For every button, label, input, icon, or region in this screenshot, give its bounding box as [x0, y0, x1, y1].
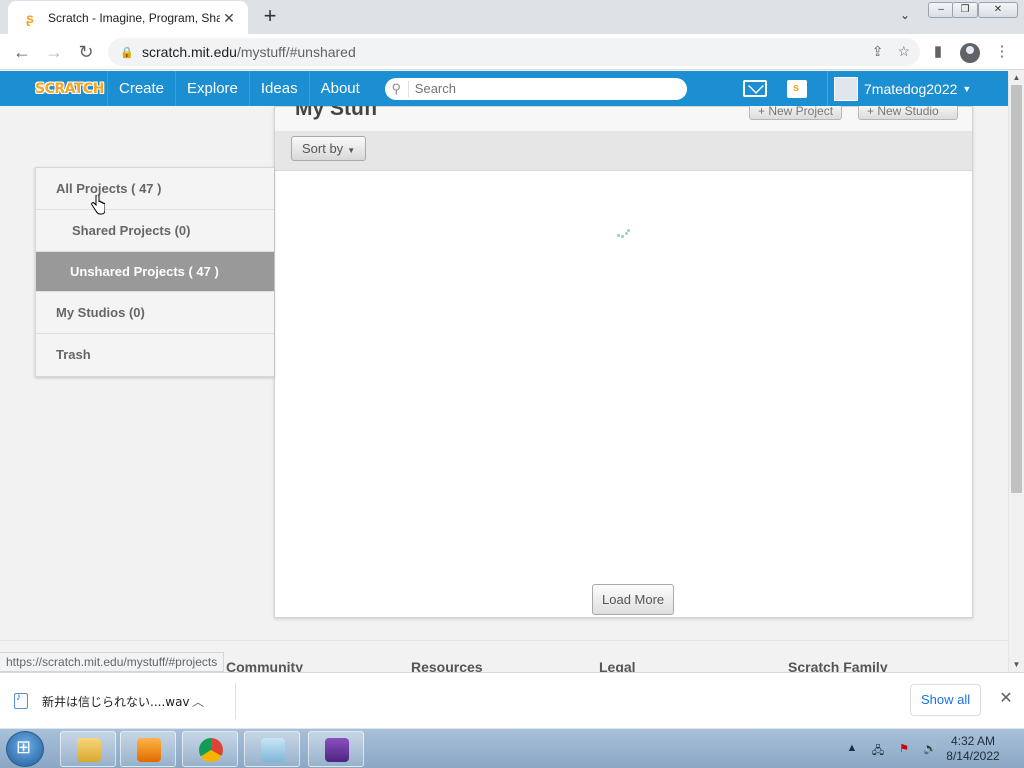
user-account-menu[interactable]: 7matedog2022 ▼: [827, 71, 971, 106]
search-icon: ⚲: [385, 80, 409, 97]
sidebar-item-unshared-projects[interactable]: Unshared Projects ( 47 ): [36, 252, 274, 292]
restore-window-button[interactable]: ❐: [952, 2, 978, 18]
tab-search-chevron-icon[interactable]: ⌄: [896, 8, 914, 26]
nav-ideas-link[interactable]: Ideas: [248, 71, 309, 106]
show-all-downloads-button[interactable]: Show all: [910, 684, 982, 716]
close-window-button[interactable]: ✕: [978, 2, 1018, 18]
scratch-search-input[interactable]: [414, 81, 675, 96]
page-title: My Stuff: [295, 106, 378, 120]
browser-toolbar: ← → ↻ 🔒 scratch.mit.edu /mystuff/#unshar…: [0, 34, 1024, 70]
chrome-icon: [199, 738, 223, 762]
load-more-button[interactable]: Load More: [592, 584, 675, 615]
network-icon[interactable]: 🖧: [870, 742, 886, 757]
footer-legal-heading: Legal: [599, 659, 636, 672]
scrollbar-thumb[interactable]: [1011, 85, 1022, 493]
show-hidden-icons-arrow-icon[interactable]: ▲: [844, 742, 860, 756]
windows-start-button[interactable]: [6, 731, 44, 767]
footer-community-heading: Community: [226, 659, 303, 672]
user-avatar: [834, 76, 858, 101]
page-scrollbar[interactable]: ▲ ▼: [1008, 71, 1024, 672]
sort-bar: Sort by ▼: [275, 131, 972, 171]
footer-resources-heading: Resources: [411, 659, 483, 672]
taskbar-media-player[interactable]: [120, 731, 176, 767]
share-icon[interactable]: ⇪: [872, 43, 884, 60]
taskbar-chrome[interactable]: [182, 731, 238, 767]
sidebar-item-all-projects[interactable]: All Projects ( 47 ): [36, 168, 274, 210]
taskbar-clock[interactable]: 4:32 AM 8/14/2022: [936, 734, 1010, 764]
help-book-icon: [325, 738, 349, 762]
my-stuff-sidebar: All Projects ( 47 ) Shared Projects (0) …: [35, 167, 274, 377]
nav-explore-link[interactable]: Explore: [175, 71, 249, 106]
clock-date: 8/14/2022: [946, 749, 1000, 763]
browser-tab-strip: ʂ Scratch - Imagine, Program, Sha ✕ + ⌄ …: [0, 0, 1024, 34]
action-center-flag-icon[interactable]: ⚑: [896, 742, 912, 756]
scratch-logo[interactable]: SCRATCH: [35, 78, 107, 100]
address-bar[interactable]: 🔒 scratch.mit.edu /mystuff/#unshared ⇪ ☆: [108, 38, 920, 66]
hand-cursor-icon: [91, 195, 105, 215]
nav-create-link[interactable]: Create: [107, 71, 175, 106]
clock-time: 4:32 AM: [950, 734, 996, 748]
download-item[interactable]: 新井は信じられない....wav ︿: [14, 683, 236, 719]
browser-tab[interactable]: ʂ Scratch - Imagine, Program, Sha ✕: [8, 1, 248, 34]
messages-mail-icon[interactable]: [743, 80, 767, 97]
reload-icon[interactable]: ↻: [74, 40, 98, 64]
tab-close-icon[interactable]: ✕: [220, 9, 238, 27]
new-project-button[interactable]: + New Project: [749, 106, 843, 120]
scroll-down-arrow-icon[interactable]: ▼: [1009, 658, 1024, 672]
my-stuff-header: My Stuff + New Project + New Studio: [275, 106, 972, 131]
username: 7matedog2022: [864, 80, 958, 97]
sidebar-item-trash[interactable]: Trash: [36, 334, 274, 376]
download-shelf: 新井は信じられない....wav ︿ Show all ✕: [0, 672, 1024, 728]
scratch-favicon-icon: ʂ: [26, 9, 34, 26]
nav-about-link[interactable]: About: [308, 71, 371, 106]
scratch-search-box[interactable]: ⚲: [384, 77, 687, 100]
chevron-down-icon: ▼: [347, 146, 356, 155]
folder-icon: [77, 738, 101, 762]
tab-title: Scratch - Imagine, Program, Sha: [48, 10, 220, 25]
url-domain: scratch.mit.edu: [142, 44, 237, 60]
audio-file-icon: [14, 692, 28, 709]
taskbar-explorer[interactable]: [60, 731, 116, 767]
sort-by-label: Sort by: [302, 141, 344, 156]
scratch-navbar: SCRATCH Create Explore Ideas About ⚲ 7ma…: [0, 71, 1008, 106]
project-list-panel: My Stuff + New Project + New Studio Sort…: [274, 106, 973, 618]
close-download-shelf-icon[interactable]: ✕: [996, 689, 1016, 709]
chevron-up-icon[interactable]: ︿: [192, 693, 204, 710]
chrome-menu-icon[interactable]: ⋮: [992, 42, 1012, 62]
profile-avatar-icon[interactable]: [960, 43, 980, 63]
new-tab-button[interactable]: +: [258, 5, 282, 28]
minimize-window-button[interactable]: –: [928, 2, 954, 18]
loading-spinner-icon: [617, 229, 631, 239]
sidebar-item-shared-projects[interactable]: Shared Projects (0): [36, 210, 274, 252]
notepad-icon: [261, 738, 285, 762]
scroll-up-arrow-icon[interactable]: ▲: [1009, 71, 1024, 85]
url-path: /mystuff/#unshared: [236, 44, 356, 60]
sidebar-item-my-studios[interactable]: My Studios (0): [36, 292, 274, 334]
my-stuff-page: My Stuff + New Project + New Studio Sort…: [0, 106, 1008, 640]
new-studio-button[interactable]: + New Studio: [858, 106, 958, 120]
forward-arrow-icon[interactable]: →: [42, 40, 66, 64]
download-filename: 新井は信じられない....wav: [42, 694, 190, 709]
taskbar-notepad[interactable]: [244, 731, 300, 767]
user-menu-caret-icon: ▼: [962, 83, 972, 94]
footer-scratch-family-heading: Scratch Family: [788, 659, 888, 672]
bookmark-star-icon[interactable]: ☆: [897, 43, 910, 60]
media-player-icon: [137, 738, 161, 762]
windows-taskbar: ▲ 🖧 ⚑ 🔊 4:32 AM 8/14/2022: [0, 728, 1024, 768]
side-panel-icon[interactable]: ▮: [928, 42, 948, 62]
back-arrow-icon[interactable]: ←: [10, 40, 34, 64]
sort-by-dropdown[interactable]: Sort by ▼: [291, 136, 367, 161]
my-stuff-folder-icon[interactable]: [787, 80, 807, 98]
taskbar-help-book[interactable]: [308, 731, 364, 767]
lock-icon: 🔒: [120, 46, 134, 59]
status-bar-url: https://scratch.mit.edu/mystuff/#project…: [0, 652, 225, 672]
